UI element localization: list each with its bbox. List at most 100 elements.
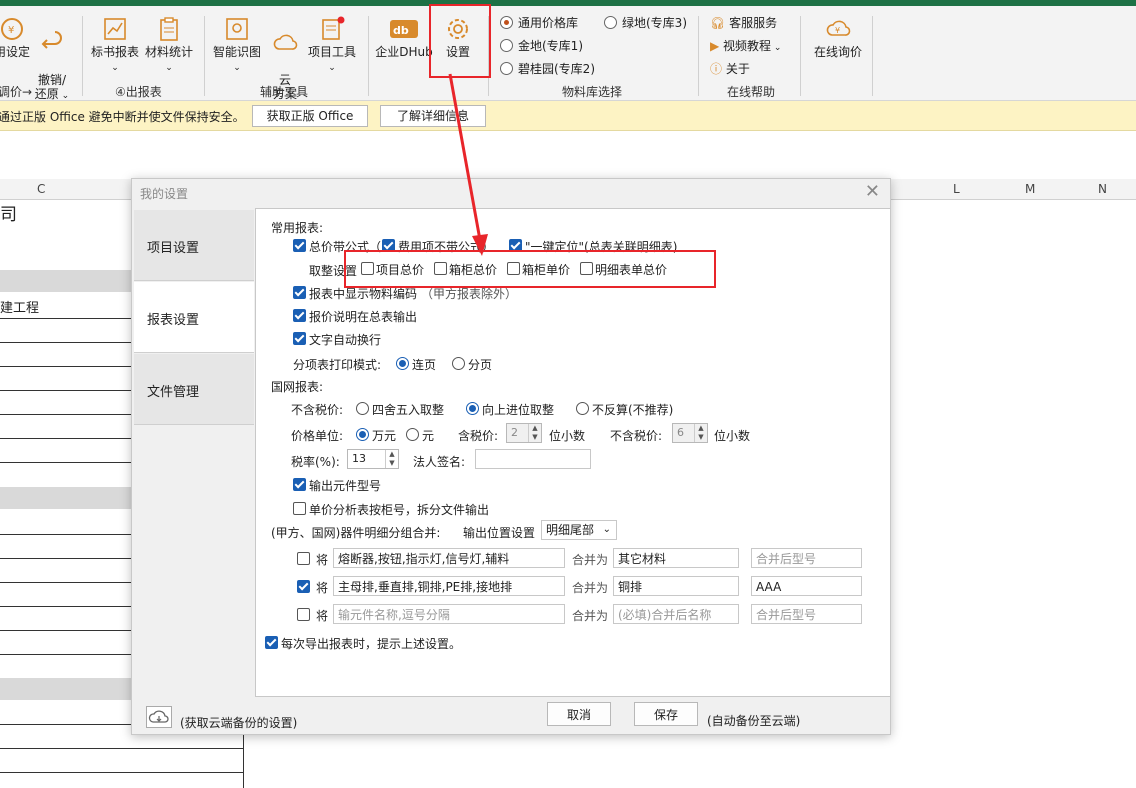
group-label-material: 物料库选择 <box>562 85 623 99</box>
close-icon[interactable]: ✕ <box>865 181 880 202</box>
prompt-each-export-checkbox[interactable] <box>265 636 278 649</box>
about-link[interactable]: ⓘ 关于 <box>710 60 750 77</box>
group-label-price: 调价→ <box>0 85 33 99</box>
chevron-down-icon: ⌄ <box>602 524 611 535</box>
spinner-arrows-icon: ▲ ▼ <box>694 424 707 442</box>
material-stats-button[interactable]: 材料统计 ⌄ <box>142 16 196 75</box>
price-unit-label: 价格单位: <box>291 429 344 443</box>
merge-to-label: 合并为 <box>572 581 609 595</box>
total-formula-checkbox[interactable] <box>293 239 306 252</box>
highlight-rounding-box <box>344 250 716 288</box>
notice-text: 通过正版 Office 避免中断并使文件保持安全。 <box>0 110 245 124</box>
play-icon: ▶ <box>710 39 724 53</box>
merge-row-3-name-input[interactable]: (必填)合并后名称 <box>613 604 739 624</box>
quote-note-checkbox[interactable] <box>293 309 306 322</box>
project-tools-button[interactable]: 项目工具 ⌄ <box>304 16 360 75</box>
ribbon: ¥ 用设定 撤销/ 还原 ⌄ 标书报表⌄ 材料统计⌄ ④出报表 调价→ 智能识图… <box>0 6 1136 101</box>
cloud-hint-text: (获取云端备份的设置) <box>180 716 298 730</box>
smart-recognition-button[interactable]: 智能识图 ⌄ <box>210 16 264 75</box>
clipboard-icon <box>160 17 178 41</box>
material-lib-jindi[interactable]: 金地(专库1) <box>500 37 583 54</box>
unit-wan-radio[interactable] <box>356 428 369 441</box>
state-grid-heading: 国网报表: <box>271 380 324 394</box>
bid-report-button[interactable]: 标书报表 ⌄ <box>88 16 142 75</box>
column-c[interactable]: C <box>37 182 45 196</box>
merge-row-prefix: 将 <box>316 581 329 595</box>
merge-row-1-items-input[interactable]: 熔断器,按钮,指示灯,信号灯,辅料 <box>333 548 565 568</box>
output-model-label: 输出元件型号 <box>309 479 382 493</box>
round-up-label: 向上进位取整 <box>482 403 555 417</box>
unit-analysis-label: 单价分析表按柜号，拆分文件输出 <box>309 503 490 517</box>
legal-sign-input[interactable] <box>475 449 591 469</box>
print-paged-label: 分页 <box>468 358 493 372</box>
round-half-radio[interactable] <box>356 402 369 415</box>
online-inquiry-button[interactable]: ¥ 在线询价 <box>808 16 868 59</box>
video-tutorial-link[interactable]: ▶ 视频教程 ⌄ <box>710 37 781 54</box>
svg-text:¥: ¥ <box>8 25 14 36</box>
undo-redo-button[interactable]: 撤销/ 还原 ⌄ <box>32 16 72 103</box>
highlight-settings-box <box>429 4 491 78</box>
excl-tax-decimals-label: 位小数 <box>714 429 751 443</box>
undo-icon <box>41 31 62 49</box>
legal-sign-label: 法人签名: <box>413 455 466 469</box>
merge-row-prefix: 将 <box>316 609 329 623</box>
tax-rate-spinner[interactable]: 13 ▲ ▼ <box>347 449 399 469</box>
office-notice-bar: 通过正版 Office 避免中断并使文件保持安全。 获取正版 Office 了解… <box>0 101 1136 131</box>
merge-row-3-model-input[interactable]: 合并后型号 <box>751 604 862 624</box>
unit-analysis-checkbox[interactable] <box>293 502 306 515</box>
material-lib-bgy[interactable]: 碧桂园(专库2) <box>500 60 595 77</box>
incl-tax-digits-spinner[interactable]: 2 ▲ ▼ <box>506 423 542 443</box>
unit-yuan-label: 元 <box>422 429 435 443</box>
enterprise-dhub-button[interactable]: db 企业DHub <box>372 16 436 59</box>
spinner-arrows-icon: ▲ ▼ <box>385 450 398 468</box>
radio-icon <box>500 39 513 52</box>
get-office-button[interactable]: 获取正版 Office <box>252 105 368 127</box>
merge-row-1-name-input[interactable]: 其它材料 <box>613 548 739 568</box>
nav-file-management[interactable]: 文件管理 <box>134 354 254 425</box>
merge-row-2-model-input[interactable]: AAA <box>751 576 862 596</box>
column-l[interactable]: L <box>953 182 960 196</box>
output-pos-select[interactable]: 明细尾部 ⌄ <box>541 520 617 540</box>
headset-icon: 🎧︎ <box>710 16 730 30</box>
merge-row-3-checkbox[interactable] <box>297 608 310 621</box>
merge-to-label: 合并为 <box>572 609 609 623</box>
apply-settings-button[interactable]: ¥ 用设定 <box>0 16 32 59</box>
merge-group-label: (甲方、国网)器件明细分组合并: <box>271 526 441 540</box>
merge-row-1-checkbox[interactable] <box>297 552 310 565</box>
unit-yuan-radio[interactable] <box>406 428 419 441</box>
save-button[interactable]: 保存 <box>634 702 698 726</box>
merge-row-3-items-input[interactable]: 输元件名称,逗号分隔 <box>333 604 565 624</box>
round-half-label: 四舍五入取整 <box>372 403 445 417</box>
no-reverse-radio[interactable] <box>576 402 589 415</box>
cloud-download-icon <box>148 710 169 723</box>
cancel-button[interactable]: 取消 <box>547 702 611 726</box>
material-lib-lvdi[interactable]: 绿地(专库3) <box>604 14 687 31</box>
dhub-icon: db <box>390 20 418 38</box>
column-n[interactable]: N <box>1098 182 1107 196</box>
cloud-restore-button[interactable] <box>146 706 172 728</box>
customer-service-link[interactable]: 🎧︎ 客服服务 <box>710 14 777 31</box>
cell-project[interactable]: 建工程 <box>0 297 39 316</box>
merge-row-2-name-input[interactable]: 铜排 <box>613 576 739 596</box>
column-m[interactable]: M <box>1025 182 1035 196</box>
auto-wrap-checkbox[interactable] <box>293 332 306 345</box>
merge-row-2-checkbox[interactable] <box>297 580 310 593</box>
cloud-icon <box>273 34 298 50</box>
merge-row-1-model-input[interactable]: 合并后型号 <box>751 548 862 568</box>
show-material-code-checkbox[interactable] <box>293 286 306 299</box>
nav-report-settings[interactable]: 报表设置 <box>134 282 254 353</box>
chart-report-icon <box>104 18 126 40</box>
cell-title[interactable]: 司 <box>0 200 17 225</box>
output-model-checkbox[interactable] <box>293 478 306 491</box>
nav-project-settings[interactable]: 项目设置 <box>134 210 254 281</box>
merge-row-2-items-input[interactable]: 主母排,垂直排,铜排,PE排,接地排 <box>333 576 565 596</box>
material-lib-general[interactable]: 通用价格库 <box>500 14 578 31</box>
print-continuous-radio[interactable] <box>396 357 409 370</box>
round-up-radio[interactable] <box>466 402 479 415</box>
print-paged-radio[interactable] <box>452 357 465 370</box>
auto-wrap-label: 文字自动换行 <box>309 333 382 347</box>
group-label-help: 在线帮助 <box>727 85 776 99</box>
excl-tax-digits-spinner[interactable]: 6 ▲ ▼ <box>672 423 708 443</box>
svg-text:¥: ¥ <box>835 26 840 35</box>
svg-text:db: db <box>393 24 409 37</box>
